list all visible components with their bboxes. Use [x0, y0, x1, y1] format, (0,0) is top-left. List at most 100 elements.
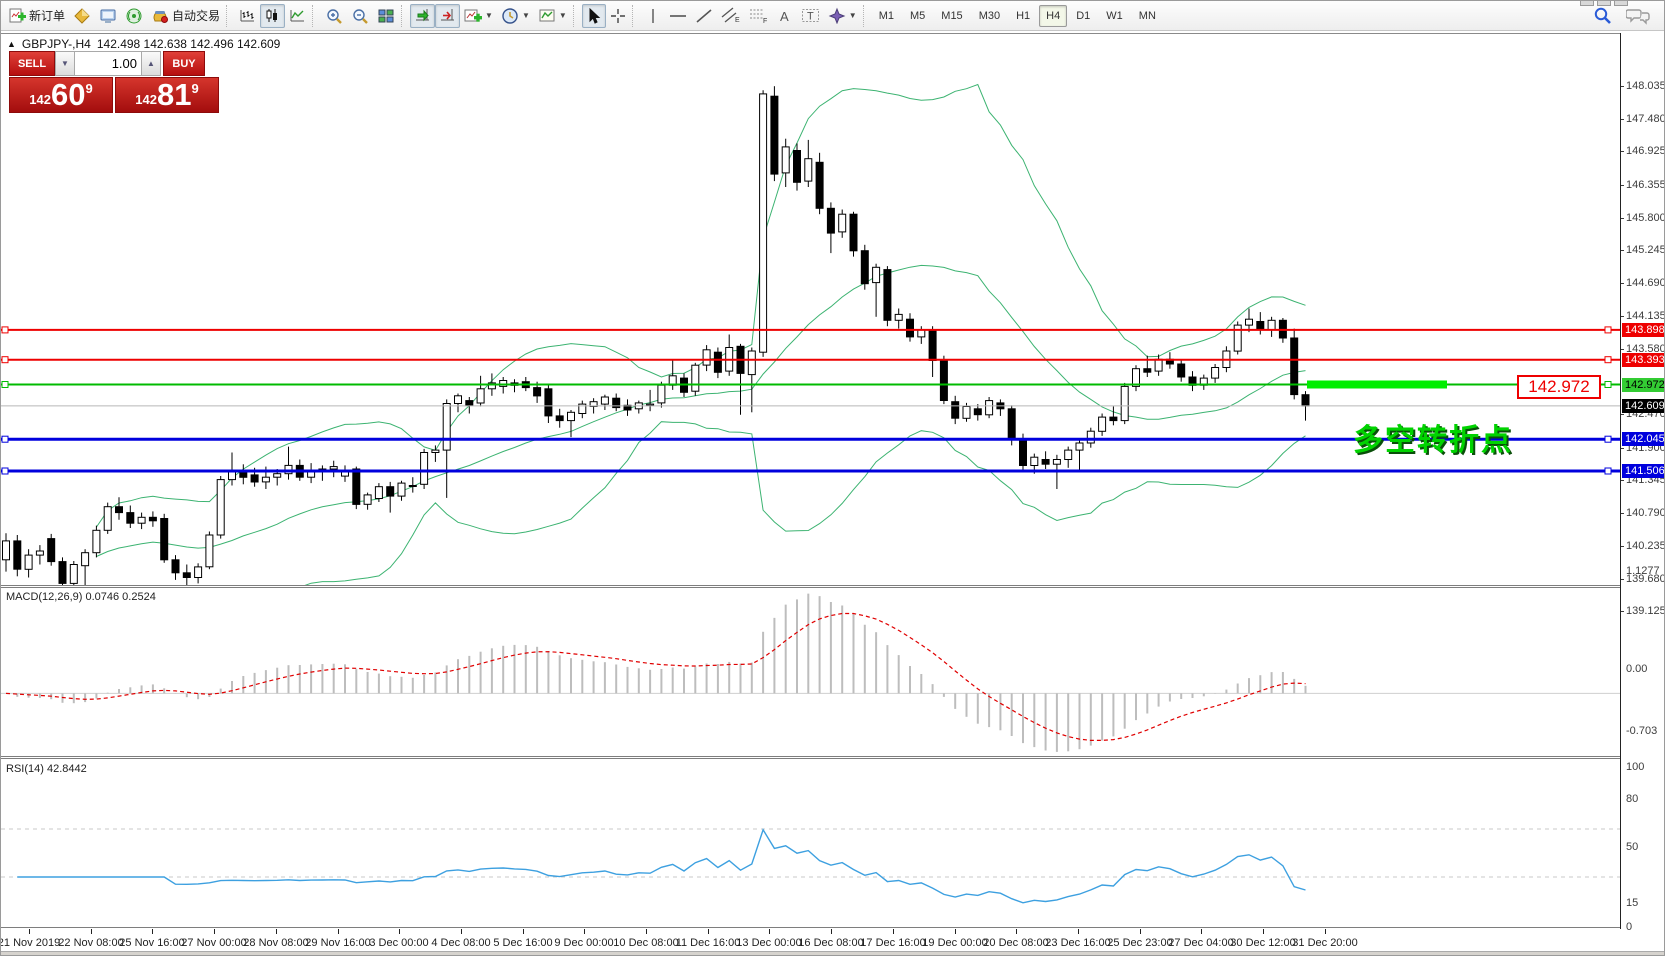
time-tick-label: 23 Dec 16:00 [1045, 937, 1110, 949]
time-axis[interactable]: 21 Nov 201922 Nov 08:0025 Nov 16:0027 No… [1, 929, 1621, 951]
auto-scroll-icon [414, 7, 431, 24]
close-button[interactable] [1614, 1, 1628, 6]
rsi-tick: 80 [1626, 793, 1638, 805]
price-flag-label[interactable]: 142.972 [1517, 375, 1601, 399]
new-order-button[interactable]: 新订单 [5, 4, 69, 28]
macd-tick: -0.703 [1626, 725, 1657, 737]
price-tick: 139.125 [1626, 605, 1665, 617]
trendline-icon [695, 8, 713, 24]
search-icon[interactable] [1593, 6, 1612, 25]
candlestick-chart-button[interactable] [260, 4, 285, 28]
crosshair-button[interactable] [606, 4, 630, 28]
bar-chart-button[interactable] [235, 4, 260, 28]
zoom-out-button[interactable] [347, 4, 373, 28]
chart-window: ▲ GBPJPY-,H4 142.498 142.638 142.496 142… [1, 31, 1665, 956]
time-tick-label: 27 Nov 00:00 [181, 937, 246, 949]
bar-chart-icon [239, 7, 256, 24]
svg-text:F: F [763, 18, 767, 24]
signals-icon [125, 7, 143, 25]
text-label-icon: T [801, 7, 820, 24]
minimize-button[interactable] [1580, 1, 1594, 6]
rsi-tick: 50 [1626, 841, 1638, 853]
terminal-button[interactable] [95, 4, 121, 28]
indicators-button[interactable]: ▼ [460, 4, 497, 28]
templates-dropdown-caret[interactable]: ▼ [559, 11, 567, 20]
text-label-button[interactable]: T [797, 4, 824, 28]
time-tick-label: 27 Dec 04:00 [1168, 937, 1233, 949]
rsi-label: RSI(14) 42.8442 [6, 763, 87, 775]
metaeditor-button[interactable] [69, 4, 95, 28]
horizontal-line-button[interactable] [665, 4, 691, 28]
toolbar: 新订单 自动交易 [1, 1, 1665, 31]
macd-label: MACD(12,26,9) 0.0746 0.2524 [6, 591, 156, 603]
fibonacci-button[interactable]: F [745, 4, 773, 28]
vertical-line-button[interactable] [641, 4, 665, 28]
tile-windows-icon [377, 7, 395, 25]
time-tick-label: 30 Dec 12:00 [1230, 937, 1295, 949]
autotrading-button[interactable]: 自动交易 [147, 4, 224, 28]
equidistant-channel-icon: E [721, 7, 741, 24]
timeframe-m5[interactable]: M5 [903, 5, 932, 27]
macd-tick: 1.1277 [1626, 565, 1660, 577]
timeframe-h1[interactable]: H1 [1009, 5, 1037, 27]
macd-pane-splitter[interactable] [1, 585, 1665, 588]
time-tick-label: 13 Dec 00:00 [736, 937, 801, 949]
svg-text:A: A [780, 9, 789, 24]
trendline-button[interactable] [691, 4, 717, 28]
rsi-pane-splitter[interactable] [1, 756, 1665, 759]
timeframe-d1[interactable]: D1 [1069, 5, 1097, 27]
rsi-tick: 100 [1626, 761, 1644, 773]
time-tick-label: 11 Dec 16:00 [676, 937, 741, 949]
auto-scroll-button[interactable] [410, 4, 435, 28]
svg-text:E: E [735, 17, 740, 24]
timeframe-m1[interactable]: M1 [872, 5, 901, 27]
price-tick: 140.790 [1626, 507, 1665, 519]
chat-icon[interactable] [1626, 7, 1650, 25]
arrows-button[interactable]: ▼ [824, 4, 861, 28]
price-axis[interactable]: 148.035147.480146.925146.355145.800145.2… [1621, 33, 1665, 956]
arrows-icon [828, 7, 846, 24]
timeframe-m30[interactable]: M30 [972, 5, 1007, 27]
chart-shift-icon [439, 7, 456, 24]
timeframe-w1[interactable]: W1 [1099, 5, 1130, 27]
svg-text:T: T [807, 11, 814, 23]
arrows-dropdown-caret[interactable]: ▼ [849, 11, 857, 20]
price-pane-canvas[interactable] [1, 34, 1620, 590]
timeframe-h4[interactable]: H4 [1039, 5, 1067, 27]
timeframe-mn[interactable]: MN [1132, 5, 1163, 27]
vertical-line-icon [646, 8, 660, 24]
time-tick-label: 21 Nov 2019 [0, 937, 60, 949]
time-tick-label: 19 Dec 00:00 [922, 937, 987, 949]
chart-shift-button[interactable] [435, 4, 460, 28]
rsi-pane-canvas[interactable] [1, 759, 1620, 932]
macd-pane-canvas[interactable] [1, 589, 1620, 761]
time-tick-label: 16 Dec 08:00 [798, 937, 863, 949]
cursor-button[interactable] [582, 4, 606, 28]
tile-windows-button[interactable] [373, 4, 399, 28]
text-button[interactable]: A [773, 4, 797, 28]
restore-button[interactable] [1597, 1, 1611, 6]
time-tick-label: 9 Dec 00:00 [554, 937, 613, 949]
time-tick-label: 17 Dec 16:00 [860, 937, 925, 949]
terminal-icon [99, 7, 117, 25]
periods-dropdown-caret[interactable]: ▼ [522, 11, 530, 20]
turning-point-annotation[interactable]: 多空转折点 [1353, 415, 1513, 459]
line-chart-button[interactable] [285, 4, 310, 28]
time-tick-label: 10 Dec 08:00 [613, 937, 678, 949]
price-badge: 142.972 [1622, 378, 1665, 392]
periods-button[interactable]: ▼ [497, 4, 534, 28]
price-badge: 142.045 [1622, 432, 1665, 446]
time-tick-label: 5 Dec 16:00 [493, 937, 552, 949]
price-badge: 142.609 [1622, 399, 1665, 413]
equidistant-channel-button[interactable]: E [717, 4, 745, 28]
signals-button[interactable] [121, 4, 147, 28]
templates-button[interactable]: ▼ [534, 4, 571, 28]
time-tick-label: 25 Nov 16:00 [119, 937, 184, 949]
toolbar-separator [573, 5, 580, 27]
zoom-in-button[interactable] [321, 4, 347, 28]
zoom-in-icon [325, 7, 343, 25]
indicators-dropdown-caret[interactable]: ▼ [485, 11, 493, 20]
window-bottom-strip [1, 951, 1665, 956]
zoom-out-icon [351, 7, 369, 25]
timeframe-m15[interactable]: M15 [934, 5, 969, 27]
